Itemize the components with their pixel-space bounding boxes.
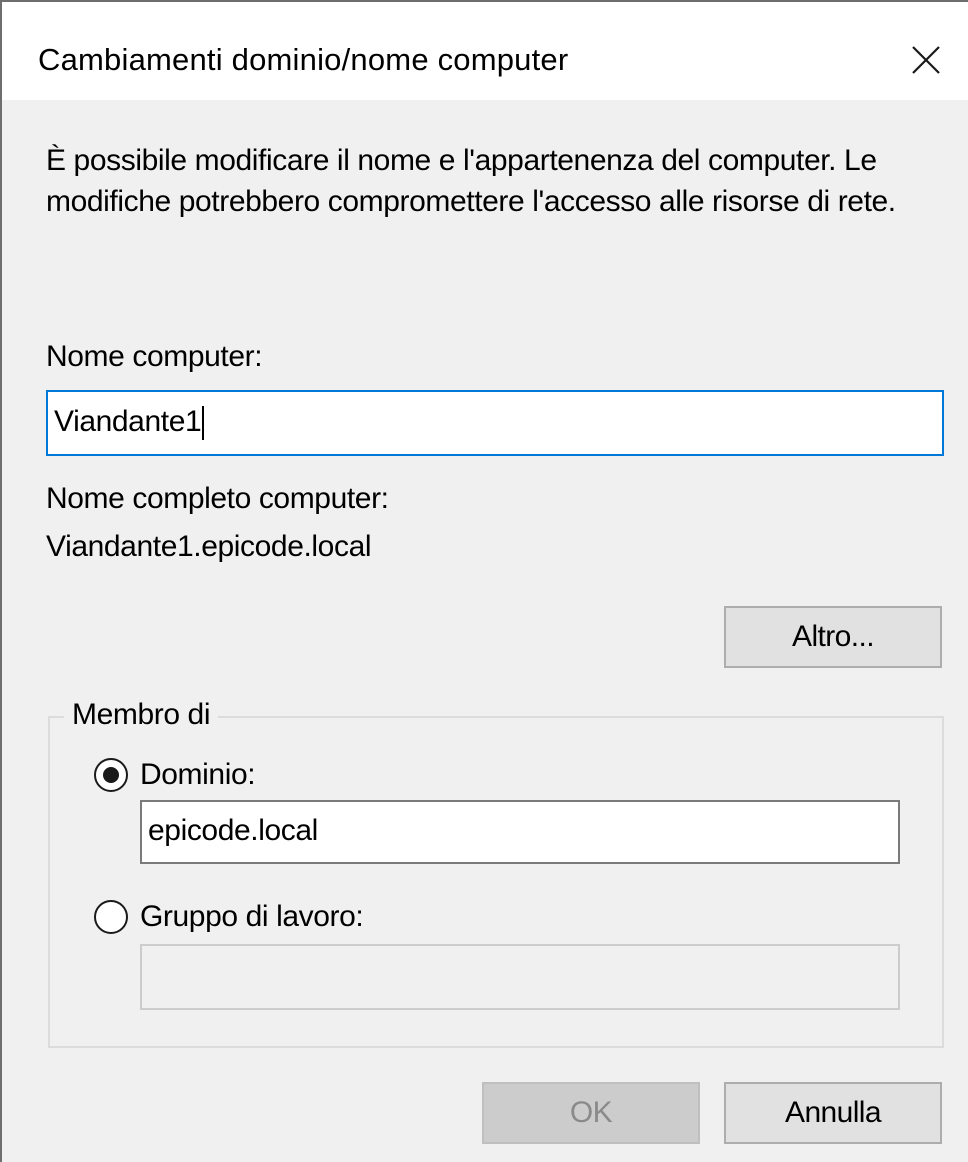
computer-name-value: Viandante1 — [54, 405, 202, 438]
full-name-label: Nome completo computer: — [46, 482, 389, 515]
ok-button[interactable]: OK — [482, 1082, 700, 1144]
workgroup-label: Gruppo di lavoro: — [140, 900, 364, 933]
cancel-button[interactable]: Annulla — [724, 1082, 942, 1144]
workgroup-radio[interactable] — [94, 900, 128, 934]
computer-name-label: Nome computer: — [46, 340, 263, 373]
domain-radio[interactable] — [94, 758, 128, 792]
domain-label: Dominio: — [140, 758, 256, 791]
computer-name-input[interactable]: Viandante1 — [46, 390, 944, 456]
close-icon — [912, 46, 940, 74]
radio-selected-dot — [103, 767, 119, 783]
dialog-window: Cambiamenti dominio/nome computer È poss… — [0, 0, 968, 1162]
full-name-value: Viandante1.epicode.local — [46, 530, 372, 563]
text-caret — [202, 406, 205, 441]
close-button[interactable] — [882, 24, 968, 100]
workgroup-input[interactable] — [140, 944, 900, 1010]
title-bar: Cambiamenti dominio/nome computer — [2, 2, 968, 100]
domain-input[interactable]: epicode.local — [140, 800, 900, 864]
dialog-title: Cambiamenti dominio/nome computer — [38, 42, 569, 77]
description-text: È possibile modificare il nome e l'appar… — [46, 144, 896, 218]
member-of-legend: Membro di — [64, 698, 219, 732]
more-button[interactable]: Altro... — [724, 606, 942, 668]
